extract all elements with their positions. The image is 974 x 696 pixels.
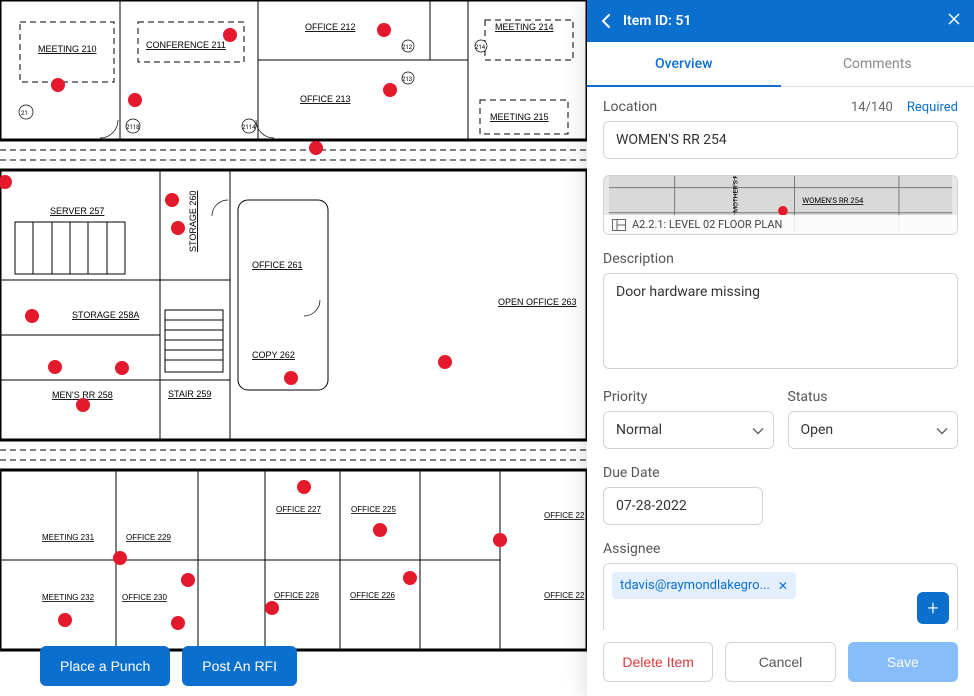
- punch-marker[interactable]: [58, 613, 72, 627]
- svg-text:213: 213: [402, 76, 412, 83]
- location-char-count: 14/140: [851, 100, 893, 115]
- due-date-input[interactable]: [603, 487, 763, 525]
- panel-title: Item ID: 51: [623, 13, 691, 29]
- room-label: STORAGE 260: [188, 191, 198, 252]
- location-snippet[interactable]: WOMEN'S RR 254 MOTHER'S R A2.2.1: LEVEL …: [603, 175, 958, 235]
- tab-overview[interactable]: Overview: [587, 42, 781, 86]
- svg-text:21: 21: [21, 110, 28, 117]
- punch-marker[interactable]: [265, 601, 279, 615]
- punch-marker[interactable]: [223, 28, 237, 42]
- panel-footer: Delete Item Cancel Save: [587, 630, 974, 696]
- room-label: OFFICE 22: [544, 591, 585, 600]
- room-label: OFFICE 229: [126, 533, 171, 542]
- punch-marker[interactable]: [113, 551, 127, 565]
- punch-marker[interactable]: [171, 616, 185, 630]
- punch-marker[interactable]: [128, 93, 142, 107]
- assignee-chip-label: tdavis@raymondlakegro...: [620, 578, 770, 593]
- punch-marker[interactable]: [115, 361, 129, 375]
- panel-body: Location 14/140 Required WOMEN'S R: [587, 87, 974, 630]
- save-button[interactable]: Save: [848, 642, 958, 682]
- room-label: OFFICE 261: [252, 260, 303, 270]
- panel-header: Item ID: 51: [587, 0, 974, 42]
- tab-bar: Overview Comments: [587, 42, 974, 87]
- punch-marker[interactable]: [284, 371, 298, 385]
- room-label: OFFICE 227: [276, 505, 321, 514]
- svg-text:MOTHER'S R: MOTHER'S R: [731, 176, 739, 213]
- status-label: Status: [788, 389, 828, 405]
- svg-text:2118: 2118: [126, 124, 140, 131]
- snippet-caption: A2.2.1: LEVEL 02 FLOOR PLAN: [604, 215, 957, 234]
- add-assignee-button[interactable]: +: [917, 592, 949, 624]
- punch-marker[interactable]: [403, 571, 417, 585]
- tab-comments[interactable]: Comments: [781, 42, 974, 86]
- punch-marker[interactable]: [377, 23, 391, 37]
- punch-marker[interactable]: [373, 523, 387, 537]
- room-label: MEETING 214: [495, 22, 554, 32]
- room-label: OFFICE 228: [274, 591, 319, 600]
- location-label: Location: [603, 99, 657, 115]
- room-label: STORAGE 258A: [72, 310, 139, 320]
- room-label: MEETING 231: [42, 533, 95, 542]
- place-punch-button[interactable]: Place a Punch: [40, 646, 170, 686]
- description-label: Description: [603, 251, 674, 267]
- chevron-left-icon: [601, 13, 611, 29]
- priority-label: Priority: [603, 389, 647, 405]
- post-rfi-button[interactable]: Post An RFI: [182, 646, 297, 686]
- punch-marker[interactable]: [171, 221, 185, 235]
- svg-text:212: 212: [402, 44, 413, 51]
- required-tag: Required: [907, 100, 958, 115]
- room-label: OFFICE 212: [305, 22, 356, 32]
- assignee-chip[interactable]: tdavis@raymondlakegro... ✕: [612, 572, 796, 599]
- room-label: MEETING 232: [42, 593, 95, 602]
- punch-marker[interactable]: [0, 175, 12, 189]
- svg-text:2114: 2114: [242, 124, 256, 131]
- room-label: OPEN OFFICE 263: [498, 297, 577, 307]
- punch-marker[interactable]: [438, 355, 452, 369]
- svg-text:WOMEN'S RR 254: WOMEN'S RR 254: [802, 196, 864, 205]
- room-label: OFFICE 213: [300, 94, 351, 104]
- svg-text:214: 214: [475, 44, 486, 51]
- delete-button[interactable]: Delete Item: [603, 642, 713, 682]
- punch-marker[interactable]: [297, 480, 311, 494]
- floorplan-icon: [612, 219, 626, 231]
- punch-marker[interactable]: [51, 78, 65, 92]
- punch-marker[interactable]: [383, 83, 397, 97]
- priority-select[interactable]: Normal: [603, 411, 774, 449]
- punch-marker[interactable]: [48, 360, 62, 374]
- description-input[interactable]: Door hardware missing: [603, 273, 958, 369]
- punch-marker[interactable]: [76, 398, 90, 412]
- room-label: COPY 262: [252, 350, 295, 360]
- due-date-label: Due Date: [603, 465, 660, 481]
- punch-marker[interactable]: [493, 533, 507, 547]
- remove-chip-button[interactable]: ✕: [778, 579, 788, 593]
- punch-marker[interactable]: [181, 573, 195, 587]
- room-label: OFFICE 22: [544, 511, 585, 520]
- room-label: SERVER 257: [50, 206, 104, 216]
- punch-marker[interactable]: [165, 193, 179, 207]
- assignee-input[interactable]: tdavis@raymondlakegro... ✕ +: [603, 563, 958, 630]
- room-label: STAIR 259: [168, 389, 211, 399]
- room-label: MEETING 215: [490, 112, 549, 122]
- close-button[interactable]: [948, 13, 960, 29]
- room-label: OFFICE 230: [122, 593, 167, 602]
- item-detail-panel: Item ID: 51 Overview Comments Location 1…: [587, 0, 974, 696]
- room-label: OFFICE 225: [351, 505, 396, 514]
- room-label: MEETING 210: [38, 44, 97, 54]
- back-button[interactable]: [601, 13, 611, 29]
- room-label: CONFERENCE 211: [146, 40, 226, 50]
- room-label: OFFICE 226: [350, 591, 395, 600]
- floorplan-canvas[interactable]: 21 2118 2114 212 213 214 MEETING 210 CON…: [0, 0, 587, 696]
- punch-marker[interactable]: [25, 309, 39, 323]
- status-select[interactable]: Open: [788, 411, 959, 449]
- close-icon: [948, 13, 960, 25]
- assignee-label: Assignee: [603, 541, 660, 557]
- location-input[interactable]: [603, 121, 958, 159]
- punch-marker[interactable]: [309, 141, 323, 155]
- cancel-button[interactable]: Cancel: [725, 642, 835, 682]
